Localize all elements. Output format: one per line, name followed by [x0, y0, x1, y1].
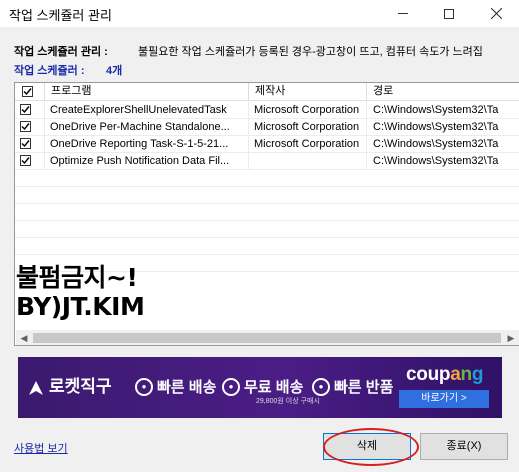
- row-checkbox[interactable]: [20, 121, 31, 132]
- list-header: 프로그램 제작사 경로: [15, 83, 519, 101]
- row-program: OneDrive Per-Machine Standalone...: [45, 119, 249, 136]
- scroll-right-icon[interactable]: ▶: [503, 330, 519, 345]
- watermark-line2: BY)JT.KIM: [16, 292, 145, 321]
- row-path: C:\Windows\System32\Ta: [373, 121, 499, 133]
- close-button[interactable]: 종료(X): [420, 433, 508, 460]
- delete-button[interactable]: 삭제: [323, 433, 411, 460]
- count-label: 작업 스케쥴러 :: [14, 65, 85, 77]
- table-row[interactable]: CreateExplorerShellUnelevatedTask Micros…: [15, 102, 519, 119]
- banner-free-label: 무료 배송: [244, 379, 304, 396]
- minimize-icon: [398, 13, 408, 14]
- scroll-thumb[interactable]: [33, 333, 501, 343]
- watermark-line1: 불펌금지~!: [16, 263, 138, 292]
- check-icon: [21, 106, 30, 114]
- empty-row: [15, 221, 519, 238]
- list-rows: CreateExplorerShellUnelevatedTask Micros…: [15, 102, 519, 272]
- column-header-maker[interactable]: 제작사: [249, 83, 367, 101]
- count-row: 작업 스케쥴러 : 4개: [14, 62, 122, 78]
- row-checkbox[interactable]: [20, 138, 31, 149]
- maximize-button[interactable]: [426, 0, 472, 27]
- coupang-logo: coupang: [406, 364, 483, 386]
- table-row[interactable]: Optimize Push Notification Data Fil... C…: [15, 153, 519, 170]
- row-maker: [249, 153, 367, 170]
- row-path: C:\Windows\System32\Ta: [373, 155, 499, 167]
- row-path: C:\Windows\System32\Ta: [373, 138, 499, 150]
- banner-rocket-label: 로켓직구: [49, 377, 112, 396]
- how-to-use-link[interactable]: 사용법 보기: [14, 440, 68, 456]
- coupang-logo-text: coupang: [406, 364, 484, 385]
- fast-delivery-icon: ●: [135, 378, 153, 397]
- watermark-text: 불펌금지~! BY)JT.KIM: [16, 263, 145, 321]
- empty-row: [15, 238, 519, 255]
- row-maker: Microsoft Corporation: [249, 102, 367, 119]
- empty-row: [15, 187, 519, 204]
- shop-now-button[interactable]: 바로가기 >: [399, 390, 489, 408]
- row-path: C:\Windows\System32\Ta: [373, 104, 499, 116]
- banner-fast-label: 빠른 배송: [157, 379, 217, 396]
- table-row[interactable]: OneDrive Per-Machine Standalone... Micro…: [15, 119, 519, 136]
- column-header-path[interactable]: 경로: [367, 83, 519, 101]
- banner-free-sub: 29,800원 이상 구매시: [256, 398, 320, 405]
- description-label: 작업 스케쥴러 관리 :: [14, 46, 108, 58]
- row-check-cell: [15, 153, 45, 170]
- banner-rocket: 로켓직구: [26, 372, 112, 398]
- app-window: 작업 스케쥴러 관리 작업 스케쥴러 관리 : 불필요한 작업 스케쥴러가 등록…: [0, 0, 519, 472]
- minimize-button[interactable]: [380, 0, 426, 27]
- check-icon: [21, 157, 30, 165]
- column-header-maker-label: 제작사: [255, 85, 286, 97]
- row-maker: Microsoft Corporation: [249, 119, 367, 136]
- column-header-program-label: 프로그램: [51, 85, 92, 97]
- empty-row: [15, 204, 519, 221]
- row-checkbox[interactable]: [20, 104, 31, 115]
- close-icon: [490, 8, 502, 19]
- maximize-icon: [444, 8, 454, 19]
- rocket-icon: [29, 380, 43, 395]
- close-window-button[interactable]: [473, 0, 519, 27]
- check-icon: [23, 88, 32, 96]
- column-header-path-label: 경로: [373, 85, 394, 97]
- row-program: Optimize Push Notification Data Fil...: [45, 153, 249, 170]
- row-check-cell: [15, 136, 45, 153]
- check-icon: [21, 123, 30, 131]
- coupang-ad-banner[interactable]: 로켓직구 ● 빠른 배송 ● 무료 배송 29,800원 이상 구매시 ● 빠른 반품…: [18, 357, 502, 418]
- banner-free: ● 무료 배송: [222, 376, 303, 397]
- table-row[interactable]: OneDrive Reporting Task-S-1-5-21... Micr…: [15, 136, 519, 153]
- description-row: 작업 스케쥴러 관리 : 불필요한 작업 스케쥴러가 등록된 경우-광고창이 뜨…: [14, 43, 483, 59]
- banner-fast: ● 빠른 배송: [135, 376, 216, 397]
- select-all-checkbox[interactable]: [22, 86, 33, 97]
- scroll-left-icon[interactable]: ◀: [16, 330, 32, 345]
- description-text: 불필요한 작업 스케쥴러가 등록된 경우-광고창이 뜨고, 컴퓨터 속도가 느려…: [138, 46, 483, 58]
- header-select-all[interactable]: [15, 83, 45, 101]
- empty-row: [15, 170, 519, 187]
- window-title: 작업 스케쥴러 관리: [9, 8, 112, 23]
- row-maker: Microsoft Corporation: [249, 136, 367, 153]
- column-header-program[interactable]: 프로그램: [45, 83, 249, 101]
- count-value: 4개: [106, 65, 123, 77]
- row-program: CreateExplorerShellUnelevatedTask: [45, 102, 249, 119]
- horizontal-scrollbar[interactable]: ◀ ▶: [16, 330, 519, 345]
- returns-icon: ●: [312, 378, 330, 397]
- banner-returns-label: 빠른 반품: [334, 379, 394, 396]
- row-checkbox[interactable]: [20, 155, 31, 166]
- row-check-cell: [15, 102, 45, 119]
- row-program: OneDrive Reporting Task-S-1-5-21...: [45, 136, 249, 153]
- title-bar: 작업 스케쥴러 관리: [0, 0, 519, 27]
- free-delivery-icon: ●: [222, 378, 240, 397]
- row-check-cell: [15, 119, 45, 136]
- banner-returns: ● 빠른 반품: [312, 376, 393, 397]
- check-icon: [21, 140, 30, 148]
